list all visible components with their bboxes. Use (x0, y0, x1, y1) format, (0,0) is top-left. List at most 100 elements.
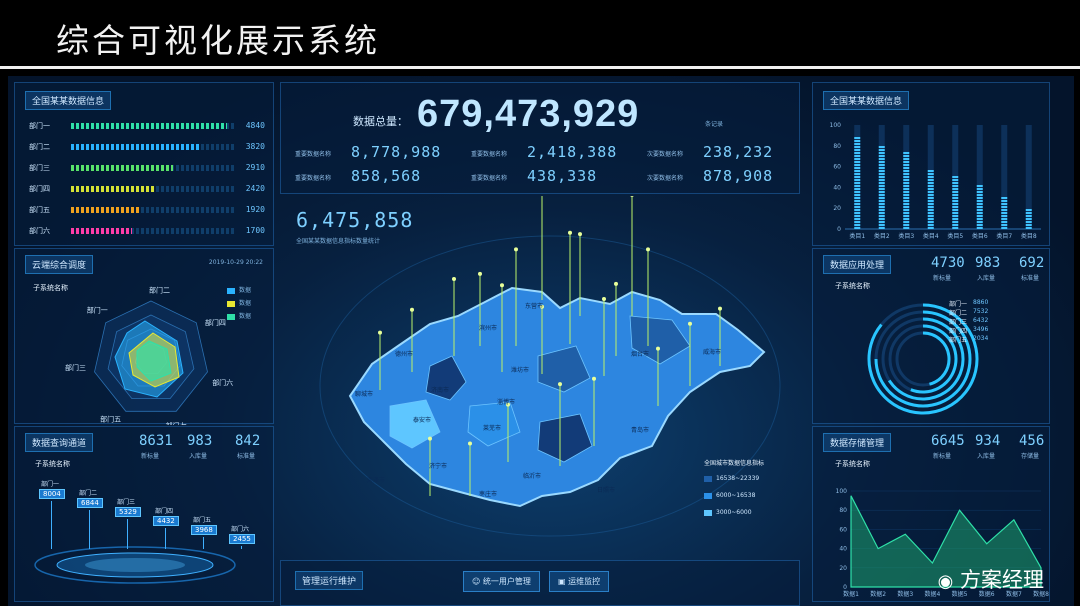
bar-segment (903, 197, 910, 199)
map-legend-items: 16538~22339 6000~16538 3000~6000 (704, 475, 796, 516)
bar-segment (878, 218, 885, 220)
bar-segment (878, 203, 885, 205)
metric-value: 438,338 (527, 167, 598, 185)
bar-segment (903, 170, 910, 172)
dept-value: 2910 (245, 163, 265, 172)
map-city-label: 青岛市 (631, 426, 649, 434)
bar-segment (976, 206, 983, 208)
bar-segment (903, 185, 910, 187)
bar-segment (976, 191, 983, 193)
bar-segment (952, 227, 959, 229)
bar-segment (903, 188, 910, 190)
bar-segment (903, 227, 910, 229)
dept-bar-track (71, 165, 235, 171)
bar-chart: 0 20 40 60 80 100 类目1 类目2 类目3 类目4 类目5 类目6 类目7 类目8 (830, 122, 1041, 240)
dept-bar-fill (71, 207, 140, 213)
bar-segment (878, 176, 885, 178)
bar-y-tick: 60 (833, 164, 841, 171)
apps-panel: 数据应用处理 子系统名称 4730 新标量 983 入库量 692 标准量 部门一 8860… (812, 248, 1050, 424)
ring-label: 部门一 (949, 301, 968, 308)
bar-segment (878, 215, 885, 217)
map-pin-head (478, 271, 482, 276)
dept-value: 3820 (245, 142, 265, 151)
bar-segment (952, 203, 959, 205)
bar-segment (854, 164, 861, 166)
bar-segment (1025, 224, 1032, 226)
bar-segment (1001, 227, 1008, 229)
bar-segment (927, 209, 934, 211)
query-tag-value: 6844 (77, 498, 103, 508)
map-city-label: 临沂市 (523, 472, 541, 480)
query-tag-stem (165, 528, 166, 549)
radar-axis-label: 部门七 (166, 421, 187, 425)
bar-segment (976, 209, 983, 211)
bar-segment (952, 194, 959, 196)
bar-x-tick: 类目2 (874, 232, 890, 240)
area-y-tick: 40 (839, 546, 847, 553)
bar-segment (952, 209, 959, 211)
user-management-button[interactable]: ☺ 统一用户管理 (463, 571, 540, 592)
ring-value: 6432 (973, 317, 989, 324)
bar-x-tick: 类目4 (923, 232, 939, 240)
title-bar: 综合可视化展示系统 (0, 0, 1080, 68)
bar-segment (854, 146, 861, 148)
metric-value: 238,232 (703, 143, 774, 161)
bar-segment (878, 155, 885, 157)
bar-segment (854, 218, 861, 220)
query-tag-label: 部门五 (193, 517, 212, 524)
map-pin-head (578, 232, 582, 237)
dept-bar-row: 部门六 1700 (29, 226, 265, 236)
bar-segment (903, 200, 910, 202)
bar-segment (952, 200, 959, 202)
query-platform (34, 546, 236, 584)
bar-segment (952, 179, 959, 181)
metric-value: 858,568 (351, 167, 422, 185)
bar-segment (854, 191, 861, 193)
area-y-tick: 20 (839, 565, 847, 572)
query-tag-label: 部门六 (231, 526, 250, 533)
metric-label: 重要数据名称 (471, 151, 508, 158)
dept-label: 部门一 (29, 122, 50, 130)
map-legend-item: 16538~22339 (704, 475, 796, 482)
query-tag-label: 部门三 (117, 499, 136, 506)
bar-segment (903, 206, 910, 208)
map-legend-label: 16538~22339 (716, 475, 760, 482)
ops-monitor-button[interactable]: ▣ 运维监控 (549, 571, 610, 592)
bar-segment (927, 215, 934, 217)
bar-segment (1025, 209, 1032, 211)
bar-segment (976, 224, 983, 226)
map-city-label: 威海市 (703, 348, 721, 356)
dept-bar-fill (71, 186, 157, 192)
dept-label: 部门二 (29, 143, 50, 151)
bar-segment (927, 176, 934, 178)
bar-segment (952, 206, 959, 208)
bar-segment (903, 179, 910, 181)
bar-segment (1025, 215, 1032, 217)
bar-chart-panel: 全国某某数据信息 0 20 40 60 80 100 类目1 类目2 类目3 类目4 类目5 类目6 类… (812, 82, 1050, 246)
bar-segment (854, 158, 861, 160)
bar-segment (952, 212, 959, 214)
bar-segment (878, 182, 885, 184)
radar-legend-item: 数据 (227, 298, 251, 307)
map-pin-head (558, 382, 562, 387)
map-pin-head (428, 436, 432, 441)
bar-segment (927, 224, 934, 226)
bar-segment (927, 218, 934, 220)
bar-segment (878, 206, 885, 208)
bar-segment (903, 203, 910, 205)
bar-segment (927, 191, 934, 193)
map-city-label: 淄博市 (497, 398, 515, 406)
map-pin-head (514, 247, 518, 252)
query-tag-value: 5329 (115, 507, 141, 517)
bar-segment (854, 182, 861, 184)
bar-segment (903, 152, 910, 154)
radar-legend: 数据 数据 数据 (227, 285, 251, 320)
ring-value: 2034 (973, 335, 989, 342)
radar-panel: 云端综合调度 2019-10-29 20:22 子系统名称 部门一 部门二 部门四部… (14, 248, 274, 425)
legend-swatch (704, 475, 712, 482)
bar-segment (952, 197, 959, 199)
bar-segment (952, 191, 959, 193)
map-legend-label: 6000~16538 (716, 492, 756, 499)
bar-segment (878, 212, 885, 214)
bar-segment (878, 179, 885, 181)
